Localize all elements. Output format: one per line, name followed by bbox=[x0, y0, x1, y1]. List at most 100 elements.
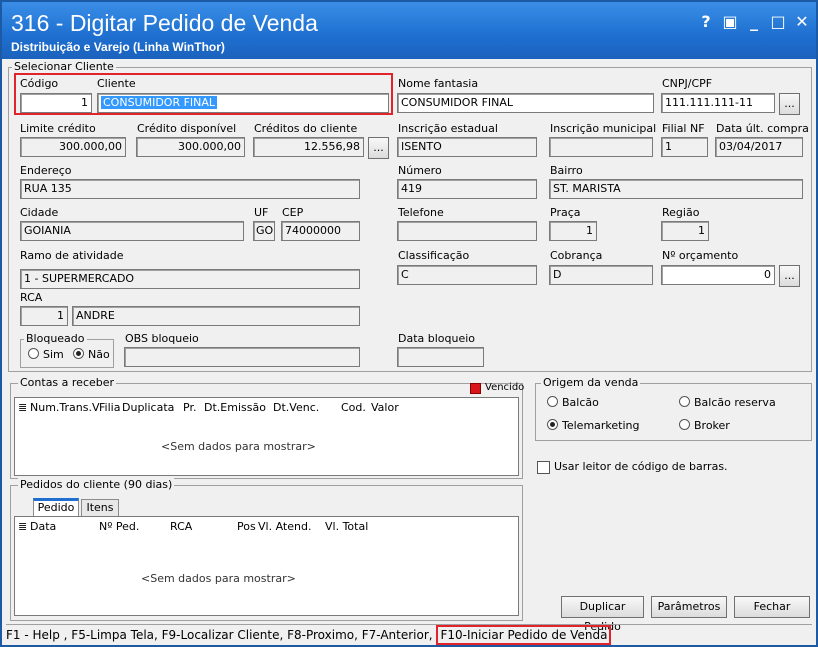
contas-receber-grid[interactable]: ≣ Num.Trans.V Filia Duplicata Pr. Dt.Emi… bbox=[14, 397, 519, 476]
leitor-checkbox[interactable] bbox=[537, 461, 550, 474]
rca-label: RCA bbox=[20, 291, 43, 304]
origem-broker-label: Broker bbox=[694, 419, 730, 432]
endereco-label: Endereço bbox=[20, 164, 72, 177]
cep-field: 74000000 bbox=[281, 221, 360, 241]
creditos-lookup-button[interactable]: ... bbox=[368, 137, 389, 159]
codigo-label: Código bbox=[20, 77, 59, 90]
col-dt-venc[interactable]: Dt.Venc. bbox=[273, 401, 319, 414]
cnpj-lookup-button[interactable]: ... bbox=[779, 93, 800, 115]
col-valor[interactable]: Valor bbox=[371, 401, 399, 414]
credito-disponivel-field: 300.000,00 bbox=[136, 137, 245, 157]
tab-itens[interactable]: Itens bbox=[81, 499, 119, 517]
pedidos-empty-message: <Sem dados para mostrar> bbox=[141, 572, 296, 585]
radio-off-icon bbox=[28, 348, 39, 359]
bloqueado-sim-radio[interactable]: Sim bbox=[28, 348, 64, 361]
col-duplicata[interactable]: Duplicata bbox=[122, 401, 174, 414]
ramo-label: Ramo de atividade bbox=[20, 249, 124, 262]
cidade-field: GOIANIA bbox=[20, 221, 244, 241]
origem-telemarketing-label: Telemarketing bbox=[562, 419, 640, 432]
credito-disponivel-label: Crédito disponível bbox=[137, 122, 237, 135]
ramo-field: 1 - SUPERMERCADO bbox=[20, 269, 360, 289]
col-num-trans[interactable]: Num.Trans.V bbox=[30, 401, 100, 414]
parametros-button[interactable]: Parâmetros bbox=[651, 596, 727, 618]
origem-telemarketing-radio[interactable]: Telemarketing bbox=[547, 419, 640, 432]
iniciar-pedido-shortcut[interactable]: F10-Iniciar Pedido de Venda bbox=[436, 625, 612, 645]
maximize-icon[interactable]: □ bbox=[768, 12, 788, 32]
telefone-field bbox=[397, 221, 537, 241]
orcamento-lookup-button[interactable]: ... bbox=[779, 265, 800, 287]
origem-balcao-label: Balcão bbox=[562, 396, 599, 409]
minimize-icon[interactable]: _ bbox=[744, 12, 764, 32]
main-window: 316 - Digitar Pedido de Venda Distribuiç… bbox=[0, 0, 818, 647]
pedidos-grid[interactable]: ≣ Data Nº Ped. RCA Pos Vl. Atend. Vl. To… bbox=[14, 516, 519, 616]
col-num-ped[interactable]: Nº Ped. bbox=[99, 520, 139, 533]
praca-field: 1 bbox=[549, 221, 597, 241]
inscricao-municipal-label: Inscrição municipal bbox=[550, 122, 657, 135]
col-data[interactable]: Data bbox=[30, 520, 56, 533]
limite-credito-label: Limite crédito bbox=[20, 122, 96, 135]
praca-label: Praça bbox=[550, 206, 581, 219]
radio-on-icon bbox=[73, 348, 84, 359]
obs-bloqueio-label: OBS bloqueio bbox=[125, 332, 199, 345]
col-dt-emissao[interactable]: Dt.Emissão bbox=[204, 401, 266, 414]
orcamento-input[interactable]: 0 bbox=[661, 265, 775, 285]
filial-nf-field: 1 bbox=[661, 137, 708, 157]
codigo-input[interactable]: 1 bbox=[20, 93, 92, 113]
origem-balcao-reserva-radio[interactable]: Balcão reserva bbox=[679, 396, 776, 409]
telefone-label: Telefone bbox=[398, 206, 444, 219]
col-vl-atend[interactable]: Vl. Atend. bbox=[258, 520, 311, 533]
status-shortcuts: F1 - Help , F5-Limpa Tela, F9-Localizar … bbox=[6, 628, 433, 642]
contas-receber-title: Contas a receber bbox=[18, 376, 117, 389]
origem-venda-group bbox=[535, 383, 812, 441]
col-vl-total[interactable]: Vl. Total bbox=[325, 520, 368, 533]
radio-off-icon bbox=[547, 396, 558, 407]
bloqueado-nao-label: Não bbox=[88, 348, 110, 361]
uf-field: GO bbox=[253, 221, 275, 241]
title-bar[interactable]: 316 - Digitar Pedido de Venda Distribuiç… bbox=[2, 2, 816, 59]
bloqueado-label: Bloqueado bbox=[24, 332, 87, 345]
restore-icon[interactable]: ▣ bbox=[720, 12, 740, 32]
nome-fantasia-input[interactable]: CONSUMIDOR FINAL bbox=[397, 93, 654, 113]
col-filial[interactable]: Filia bbox=[99, 401, 120, 414]
status-bar: F1 - Help , F5-Limpa Tela, F9-Localizar … bbox=[6, 624, 812, 645]
tab-pedido[interactable]: Pedido bbox=[33, 498, 79, 518]
vencido-legend-swatch bbox=[470, 383, 481, 394]
origem-broker-radio[interactable]: Broker bbox=[679, 419, 730, 432]
cidade-label: Cidade bbox=[20, 206, 59, 219]
creditos-cliente-field: 12.556,98 bbox=[253, 137, 364, 157]
close-icon[interactable]: ✕ bbox=[792, 12, 812, 32]
cliente-selected-text: CONSUMIDOR FINAL bbox=[101, 96, 218, 109]
cep-label: CEP bbox=[282, 206, 304, 219]
cnpj-input[interactable]: 111.111.111-11 bbox=[661, 93, 775, 113]
bairro-field: ST. MARISTA bbox=[549, 179, 803, 199]
cliente-label: Cliente bbox=[97, 77, 136, 90]
fechar-button[interactable]: Fechar bbox=[734, 596, 810, 618]
inscricao-estadual-field: ISENTO bbox=[397, 137, 537, 157]
col-cod[interactable]: Cod. bbox=[341, 401, 366, 414]
obs-bloqueio-field bbox=[124, 347, 360, 367]
col-pos[interactable]: Pos bbox=[237, 520, 256, 533]
regiao-label: Região bbox=[662, 206, 700, 219]
col-rca[interactable]: RCA bbox=[170, 520, 192, 533]
selecionar-cliente-title: Selecionar Cliente bbox=[12, 60, 116, 73]
origem-venda-title: Origem da venda bbox=[541, 376, 641, 389]
filial-nf-label: Filial NF bbox=[662, 122, 705, 135]
duplicar-pedido-button[interactable]: Duplicar Pedido bbox=[561, 596, 644, 633]
radio-off-icon bbox=[679, 396, 690, 407]
cobranca-field: D bbox=[549, 265, 653, 285]
cliente-input[interactable]: CONSUMIDOR FINAL bbox=[97, 93, 389, 113]
col-pr[interactable]: Pr. bbox=[183, 401, 196, 414]
data-ult-compra-label: Data últ. compra bbox=[716, 122, 809, 135]
endereco-field: RUA 135 bbox=[20, 179, 360, 199]
leitor-label: Usar leitor de código de barras. bbox=[554, 460, 728, 473]
data-bloqueio-field bbox=[397, 347, 484, 367]
grid-menu-icon[interactable]: ≣ bbox=[18, 520, 27, 533]
regiao-field: 1 bbox=[661, 221, 709, 241]
origem-balcao-radio[interactable]: Balcão bbox=[547, 396, 599, 409]
cobranca-label: Cobrança bbox=[550, 249, 603, 262]
inscricao-estadual-label: Inscrição estadual bbox=[398, 122, 498, 135]
grid-menu-icon[interactable]: ≣ bbox=[18, 401, 27, 414]
bloqueado-nao-radio[interactable]: Não bbox=[73, 348, 110, 361]
creditos-cliente-label: Créditos do cliente bbox=[254, 122, 358, 135]
help-icon[interactable]: ? bbox=[696, 12, 716, 32]
